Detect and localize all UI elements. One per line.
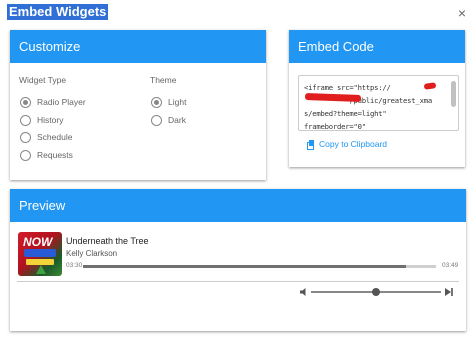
total-time: 03:49 — [442, 262, 459, 269]
radio-label: Radio Player — [37, 97, 86, 107]
song-artist: Kelly Clarkson — [66, 249, 118, 258]
album-art: NOW — [18, 232, 62, 276]
radio-button[interactable] — [151, 114, 162, 126]
radio-label: Dark — [168, 115, 186, 125]
radio-label: History — [37, 115, 64, 125]
radio-option-dark[interactable]: Dark — [151, 114, 186, 126]
theme-label: Theme — [150, 75, 177, 85]
tree-icon — [36, 265, 46, 274]
volume-slider-handle[interactable] — [372, 288, 380, 296]
code-line: s/embed?theme=light" — [304, 109, 387, 118]
customize-header: Customize — [10, 30, 266, 63]
radio-label: Requests — [37, 150, 73, 160]
preview-card: Preview NOW Underneath the Tree Kelly Cl… — [10, 189, 466, 331]
radio-label: Schedule — [37, 132, 73, 142]
radio-option-history[interactable]: History — [20, 114, 63, 126]
radio-option-light[interactable]: Light — [151, 96, 186, 108]
current-time: 03:30 — [66, 262, 83, 269]
embed-code-textarea[interactable]: <iframe src="https:// /public/greatest_x… — [298, 75, 459, 131]
radio-option-schedule[interactable]: Schedule — [20, 131, 72, 143]
embed-code-card: Embed Code <iframe src="https:// /public… — [289, 30, 465, 167]
customize-card: Customize Widget Type Radio Player Histo… — [10, 30, 266, 180]
code-line: frameborder="0" — [304, 122, 366, 131]
radio-button[interactable] — [20, 131, 31, 143]
radio-player: NOW Underneath the Tree Kelly Clarkson 0… — [17, 231, 459, 279]
close-icon[interactable]: × — [455, 6, 469, 20]
clipboard-icon — [307, 139, 316, 150]
radio-option-radio-player[interactable]: Radio Player — [20, 96, 86, 108]
widget-type-label: Widget Type — [19, 75, 67, 85]
embed-code-header: Embed Code — [289, 30, 465, 63]
volume-icon[interactable] — [299, 287, 309, 297]
radio-option-requests[interactable]: Requests — [20, 149, 73, 161]
preview-header: Preview — [10, 189, 466, 222]
divider — [17, 281, 459, 282]
skip-next-icon[interactable] — [444, 287, 454, 297]
progress-fill — [83, 265, 407, 268]
radio-label: Light — [168, 97, 187, 107]
radio-button[interactable] — [20, 149, 31, 161]
code-scrollbar[interactable] — [451, 81, 456, 107]
radio-button-checked[interactable] — [151, 96, 162, 108]
album-art-logo: NOW — [23, 235, 53, 249]
album-art-banner — [24, 249, 56, 257]
radio-button-checked[interactable] — [20, 96, 31, 108]
copy-to-clipboard-link[interactable]: Copy to Clipboard — [307, 139, 388, 150]
progress-bar[interactable] — [83, 265, 436, 268]
radio-button[interactable] — [20, 114, 31, 126]
copy-label: Copy to Clipboard — [319, 139, 388, 149]
dialog-title: Embed Widgets — [7, 4, 109, 20]
song-title: Underneath the Tree — [66, 236, 149, 246]
